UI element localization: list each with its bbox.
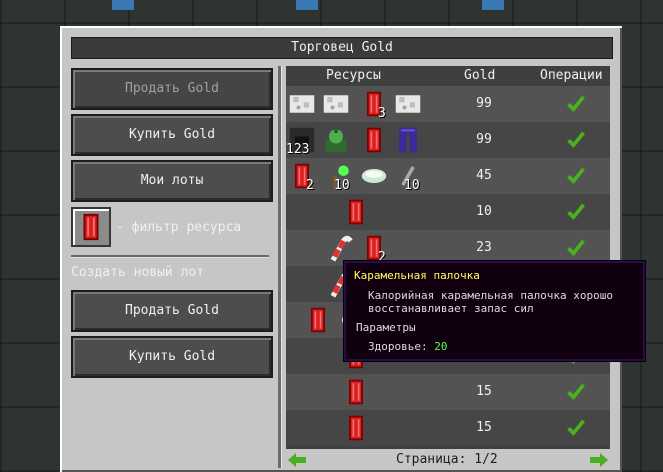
item-count: 10 — [334, 178, 350, 193]
divider — [71, 255, 269, 258]
tooltip-title: Карамельная палочка — [354, 269, 480, 282]
arrow-left-icon[interactable] — [288, 452, 306, 467]
table-row[interactable]: 2 10 10 45 — [286, 158, 610, 194]
lots-table: Ресурсы Gold Операции 3 99 123 99 2 10 1… — [286, 66, 610, 449]
wool-icon — [394, 90, 422, 118]
header-resources: Ресурсы — [326, 68, 381, 83]
red-gem-icon — [342, 414, 370, 442]
table-row[interactable]: 123 99 — [286, 122, 610, 158]
gold-price: 99 — [476, 96, 492, 111]
check-icon[interactable] — [566, 129, 586, 149]
item-count: 10 — [404, 178, 420, 193]
gold-price: 99 — [476, 132, 492, 147]
gold-price: 15 — [476, 384, 492, 399]
tooltip-params-label: Параметры — [356, 321, 416, 334]
white-disc-icon — [360, 162, 388, 190]
my-lots-button[interactable]: Мои лоты — [71, 160, 273, 202]
table-row[interactable]: 15 — [286, 374, 610, 410]
header-gold: Gold — [464, 68, 496, 83]
health-label: Здоровье: — [368, 340, 428, 353]
gold-price: 10 — [476, 204, 492, 219]
wool-icon — [322, 90, 350, 118]
resource-filter-slot[interactable] — [71, 207, 111, 247]
sell-gold-button[interactable]: Продать Gold — [71, 68, 273, 110]
check-icon[interactable] — [566, 201, 586, 221]
red-gem-icon — [304, 306, 332, 334]
create-lot-label: Создать новый лот — [71, 265, 205, 280]
red-gem-icon — [342, 198, 370, 226]
filter-label: - фильтр ресурса — [116, 220, 242, 235]
check-icon[interactable] — [566, 417, 586, 437]
check-icon[interactable] — [566, 165, 586, 185]
table-row[interactable]: 3 99 — [286, 86, 610, 122]
gold-price: 15 — [476, 420, 492, 435]
tooltip-health: Здоровье: 20 — [368, 340, 447, 353]
create-buy-gold-button[interactable]: Купить Gold — [71, 336, 273, 378]
header-operations: Операции — [540, 68, 603, 83]
candy-cane-icon — [326, 234, 354, 262]
table-row[interactable]: 10 — [286, 194, 610, 230]
background-light — [482, 0, 504, 10]
item-count: 123 — [286, 142, 310, 157]
check-icon[interactable] — [566, 381, 586, 401]
create-sell-gold-button[interactable]: Продать Gold — [71, 290, 273, 332]
buy-gold-button[interactable]: Купить Gold — [71, 114, 273, 156]
red-gem-icon — [83, 213, 99, 241]
table-header: Ресурсы Gold Операции — [286, 66, 610, 86]
red-gem-icon — [342, 378, 370, 406]
page-indicator: Страница: 1/2 — [396, 452, 498, 467]
wool-icon — [288, 90, 316, 118]
item-tooltip: Карамельная палочка Калорийная карамельн… — [344, 261, 645, 361]
background-light — [296, 0, 318, 10]
check-icon[interactable] — [566, 237, 586, 257]
item-count: 3 — [378, 106, 386, 121]
gold-price: 45 — [476, 168, 492, 183]
panel-separator — [278, 66, 282, 468]
red-gem-icon — [360, 126, 388, 154]
gold-price: 23 — [476, 240, 492, 255]
health-value: 20 — [434, 340, 448, 353]
green-core-icon — [322, 126, 350, 154]
arrow-right-icon[interactable] — [590, 452, 608, 467]
pagination: Страница: 1/2 — [286, 450, 610, 472]
check-icon[interactable] — [566, 93, 586, 113]
item-count: 2 — [306, 178, 314, 193]
background-light — [112, 0, 134, 10]
table-row[interactable]: 15 — [286, 410, 610, 446]
leggings-icon — [394, 126, 422, 154]
tooltip-description: Калорийная карамельная палочка хорошо во… — [368, 289, 614, 315]
window-title: Торговец Gold — [71, 37, 613, 59]
trader-window: Торговец Gold Продать Gold Купить Gold М… — [60, 26, 622, 472]
